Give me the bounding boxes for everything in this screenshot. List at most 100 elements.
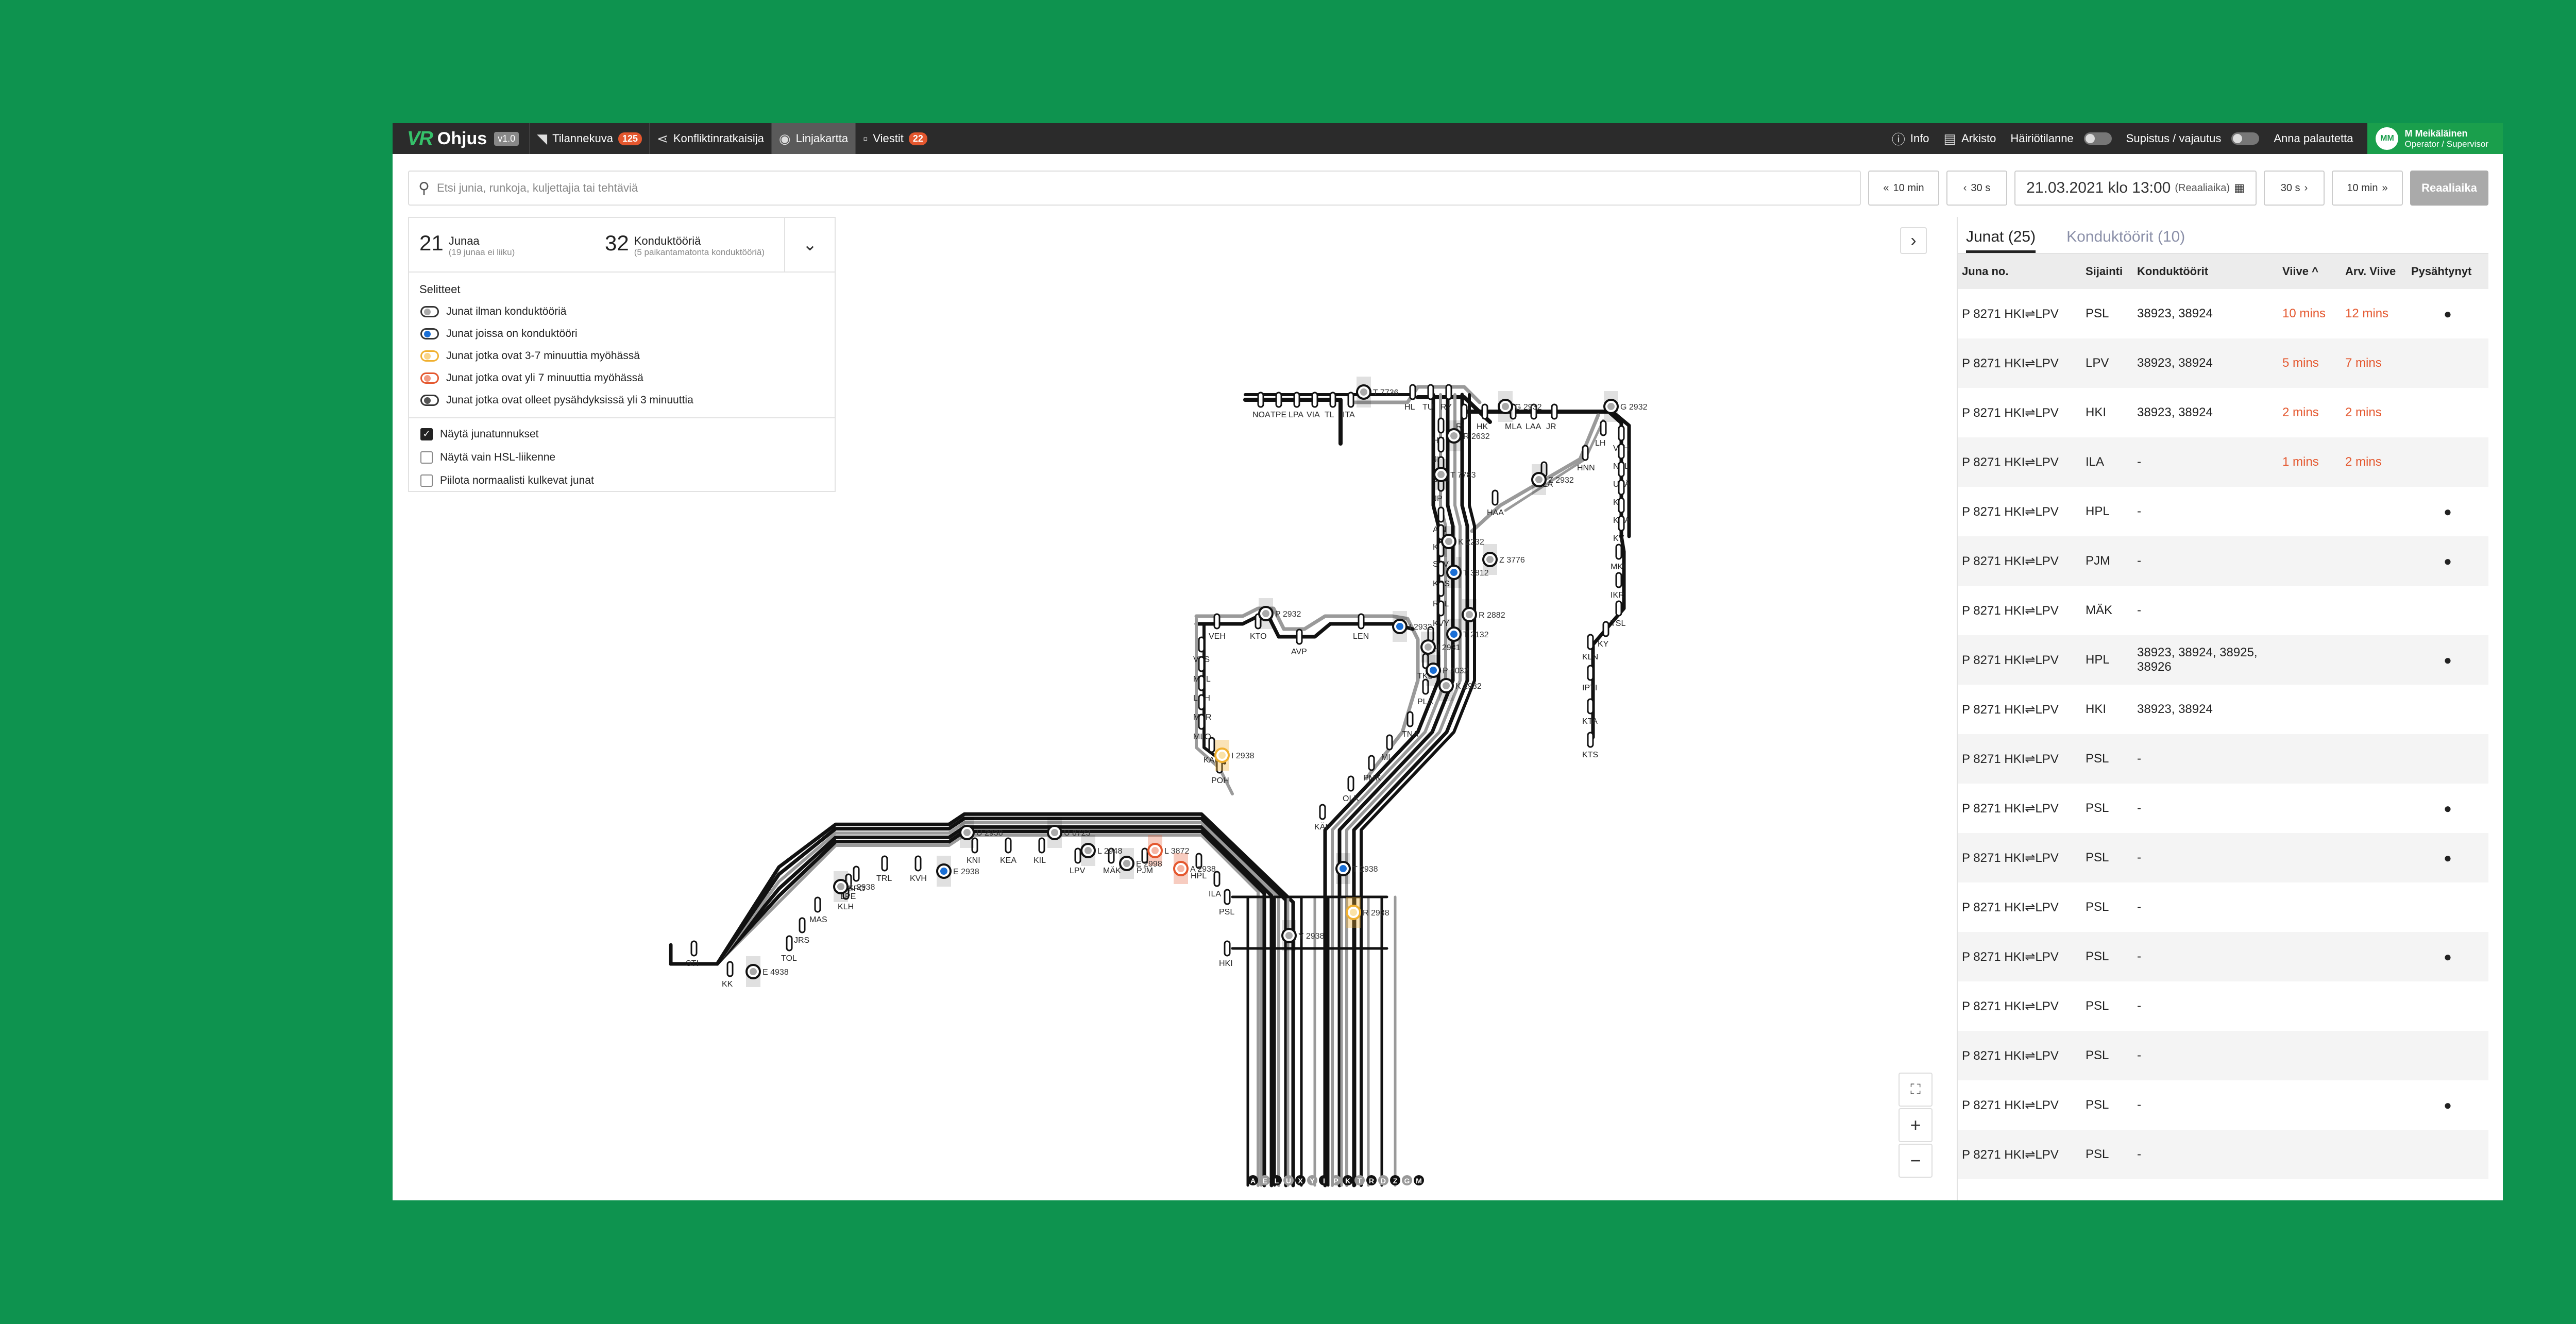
station-ita[interactable]: ITA: [1343, 392, 1355, 419]
rewind-10min-button[interactable]: « 10 min: [1868, 171, 1939, 206]
station-käp[interactable]: KÄP: [1314, 804, 1331, 831]
station-psl[interactable]: PSL: [1219, 889, 1234, 916]
table-row[interactable]: P 8271 HKI⇌LPV PSL -: [1958, 882, 2488, 932]
forward-30s-button[interactable]: 30 s ›: [2264, 171, 2325, 206]
feedback-button[interactable]: Anna palautetta: [2266, 123, 2360, 154]
line-terminal-badge[interactable]: D: [1378, 1175, 1388, 1185]
legend-toggle-button[interactable]: ⌄: [784, 218, 835, 271]
logo[interactable]: VR Ohjus v1.0: [393, 123, 529, 154]
nav-konfliktinratkaisija[interactable]: ⋖ Konfliktinratkaisija: [649, 123, 771, 154]
table-row[interactable]: P 8271 HKI⇌LPV PJM - ●: [1958, 536, 2488, 586]
station-hki[interactable]: HKI: [1219, 940, 1233, 968]
option-hide-normal[interactable]: Piilota normaalisti kulkevat junat: [409, 469, 835, 492]
station-kk[interactable]: KK: [722, 961, 734, 989]
col-est-delay[interactable]: Arv. Viive: [2341, 254, 2407, 289]
table-row[interactable]: P 8271 HKI⇌LPV HPL - ●: [1958, 487, 2488, 536]
forward-10min-button[interactable]: 10 min »: [2332, 171, 2403, 206]
line-terminal-badge[interactable]: T: [1354, 1175, 1365, 1185]
station-kvh[interactable]: KVH: [910, 855, 927, 883]
checkbox-checked[interactable]: ✓: [420, 428, 433, 440]
line-terminal-badge[interactable]: K: [1343, 1175, 1353, 1185]
zoom-in-button[interactable]: +: [1899, 1108, 1933, 1142]
col-train-no[interactable]: Juna no.: [1958, 254, 2081, 289]
line-terminal-badge[interactable]: X: [1295, 1175, 1306, 1185]
line-terminal-badge[interactable]: G: [1402, 1175, 1412, 1185]
checkbox[interactable]: [420, 474, 433, 487]
table-row[interactable]: P 8271 HKI⇌LPV PSL - ●: [1958, 932, 2488, 981]
tab-trains[interactable]: Junat (25): [1966, 228, 2036, 253]
nav-viestit[interactable]: ▫ Viestit 22: [855, 123, 935, 154]
table-row[interactable]: P 8271 HKI⇌LPV HKI 38923, 38924 2 mins 2 min…: [1958, 388, 2488, 437]
user-menu[interactable]: MM M Meikäläinen Operator / Supervisor: [2367, 123, 2503, 154]
station-trl[interactable]: TRL: [876, 855, 892, 883]
table-row[interactable]: P 8271 HKI⇌LPV PSL -: [1958, 734, 2488, 784]
line-terminal-badge[interactable]: I: [1319, 1175, 1329, 1185]
station-kil[interactable]: KIL: [1033, 837, 1046, 865]
line-terminal-badge[interactable]: Y: [1307, 1175, 1317, 1185]
col-conductors[interactable]: Konduktöörit: [2133, 254, 2278, 289]
table-row[interactable]: P 8271 HKI⇌LPV HKI 38923, 38924: [1958, 685, 2488, 734]
nav-tilannekuva[interactable]: ◥ Tilannekuva 125: [529, 123, 649, 154]
train-marker[interactable]: G 2932: [1603, 391, 1648, 422]
station-avp[interactable]: AVP: [1291, 629, 1307, 656]
train-marker[interactable]: Z 2932: [1531, 464, 1574, 495]
table-row[interactable]: P 8271 HKI⇌LPV PSL - ●: [1958, 784, 2488, 833]
info-button[interactable]: ⓘ Info: [1885, 123, 1937, 154]
restriction-toggle[interactable]: Supistus / vajautus: [2119, 123, 2267, 154]
option-show-train-ids[interactable]: ✓ Näytä junatunnukset: [409, 422, 835, 446]
station-lpa[interactable]: LPA: [1289, 392, 1303, 419]
line-terminal-badge[interactable]: M: [1414, 1175, 1424, 1185]
station-olk[interactable]: OLK: [1343, 775, 1359, 803]
table-row[interactable]: P 8271 HKI⇌LPV PSL -: [1958, 1031, 2488, 1080]
nav-linjakartta[interactable]: ◉ Linjakartta: [771, 123, 856, 154]
table-row[interactable]: P 8271 HKI⇌LPV PSL -: [1958, 981, 2488, 1031]
tab-conductors[interactable]: Konduktöörit (10): [2066, 228, 2185, 253]
col-stopped[interactable]: Pysähtynyt: [2407, 254, 2488, 289]
station-ml[interactable]: ML: [1381, 734, 1393, 762]
toggle-switch[interactable]: [2231, 132, 2260, 145]
train-marker[interactable]: K 2232: [1441, 526, 1484, 557]
option-hsl-only[interactable]: Näytä vain HSL-liikenne: [409, 446, 835, 469]
panel-collapse-button[interactable]: ›: [1900, 227, 1927, 254]
station-jrs[interactable]: JRS: [794, 917, 809, 945]
line-terminal-badge[interactable]: A: [1248, 1175, 1258, 1185]
station-via[interactable]: VIA: [1307, 392, 1320, 419]
station-mas[interactable]: MAS: [809, 896, 827, 924]
train-marker[interactable]: I 2938: [1214, 740, 1255, 771]
station-sti[interactable]: STI: [686, 940, 699, 968]
zoom-out-button[interactable]: −: [1899, 1144, 1933, 1178]
line-terminal-badge[interactable]: R: [1366, 1175, 1377, 1185]
station-kta[interactable]: KTA: [1582, 698, 1598, 726]
table-row[interactable]: P 8271 HKI⇌LPV MÄK -: [1958, 586, 2488, 635]
realtime-button[interactable]: Reaaliaika: [2410, 171, 2488, 206]
station-tl[interactable]: TL: [1325, 392, 1336, 419]
table-row[interactable]: P 8271 HKI⇌LPV HPL 38923, 38924, 38925, 38…: [1958, 635, 2488, 685]
station-noa[interactable]: NOA: [1252, 392, 1270, 419]
table-row[interactable]: P 8271 HKI⇌LPV LPV 38923, 38924 5 mins 7 min…: [1958, 338, 2488, 388]
table-row[interactable]: P 8271 HKI⇌LPV PSL - ●: [1958, 833, 2488, 882]
disruption-toggle[interactable]: Häiriötilanne: [2003, 123, 2119, 154]
line-terminal-badge[interactable]: U: [1283, 1175, 1294, 1185]
rewind-30s-button[interactable]: ‹ 30 s: [1946, 171, 2007, 206]
archive-button[interactable]: ▤ Arkisto: [1937, 123, 2004, 154]
station-hl[interactable]: HL: [1404, 384, 1416, 412]
line-terminal-badge[interactable]: P: [1331, 1175, 1341, 1185]
table-row[interactable]: P 8271 HKI⇌LPV PSL 38923, 38924 10 mins 12 m…: [1958, 289, 2488, 338]
station-len[interactable]: LEN: [1353, 613, 1369, 641]
search-field[interactable]: ⚲ Etsi junia, runkoja, kuljettajia tai t…: [408, 171, 1861, 206]
train-marker[interactable]: T 2938: [1335, 853, 1378, 884]
datetime-picker[interactable]: 21.03.2021 klo 13:00 (Reaaliaika) ▦: [2014, 171, 2257, 206]
table-row[interactable]: P 8271 HKI⇌LPV PSL - ●: [1958, 1080, 2488, 1130]
line-terminal-badge[interactable]: L: [1272, 1175, 1282, 1185]
train-marker[interactable]: Y 2938: [1281, 920, 1325, 951]
station-kea[interactable]: KEA: [1000, 837, 1016, 865]
fullscreen-button[interactable]: ⛶: [1899, 1073, 1933, 1107]
station-veh[interactable]: VEH: [1209, 613, 1226, 641]
toggle-switch[interactable]: [2083, 132, 2112, 145]
table-row[interactable]: P 8271 HKI⇌LPV PSL -: [1958, 1130, 2488, 1179]
train-marker[interactable]: L 2948: [1080, 835, 1122, 866]
checkbox[interactable]: [420, 451, 433, 464]
train-marker[interactable]: Z 3776: [1482, 544, 1525, 575]
station-jr[interactable]: JR: [1546, 403, 1558, 431]
station-ipti[interactable]: IPTI: [1582, 665, 1597, 692]
